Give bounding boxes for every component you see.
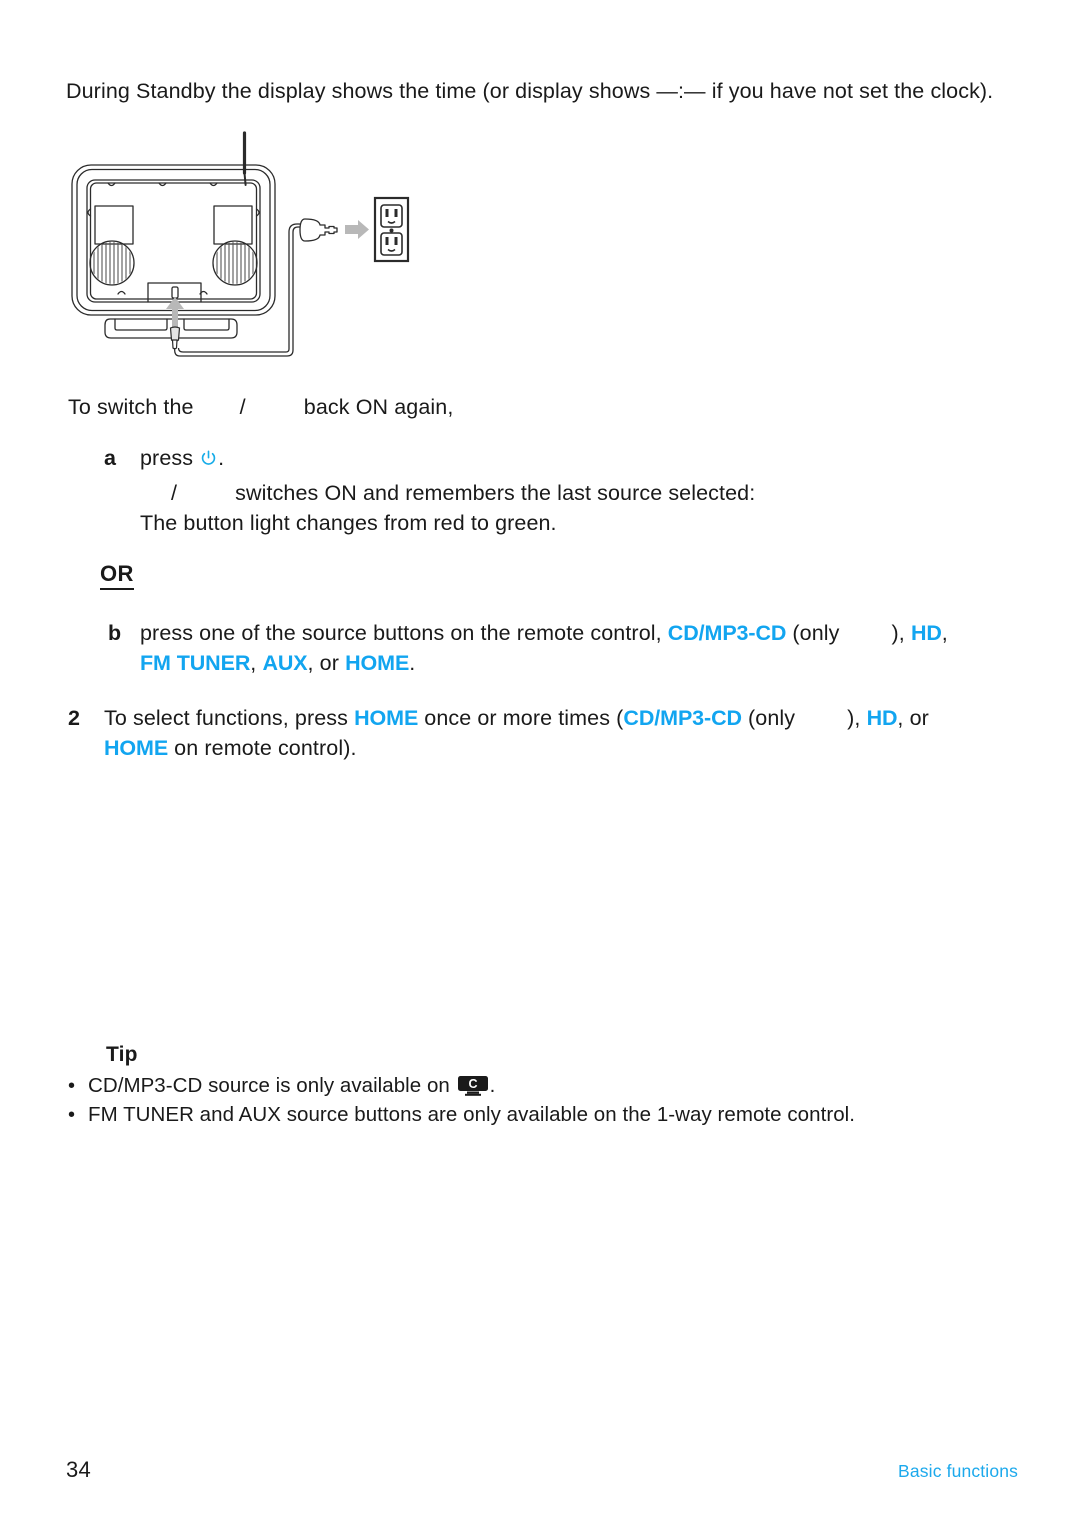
step-2-part4: ), [847, 706, 867, 730]
source-hd-label: HD [910, 621, 942, 645]
to-switch-line: To switch the / back ON again, [68, 392, 868, 422]
to-switch-prefix: To switch the [68, 395, 200, 419]
step-b-part2: (only [786, 621, 840, 645]
step-2-text: To select functions, press HOME once or … [104, 703, 1004, 763]
footer-page-number: 34 [66, 1457, 92, 1482]
step-2-marker: 2 [68, 706, 81, 730]
tip-bullet-marker-1: • [68, 1075, 76, 1097]
hd-label-2: HD [866, 706, 898, 730]
right-speaker-grille [212, 240, 258, 286]
home-button-label-1: HOME [354, 706, 419, 730]
step-b-part4: , [941, 621, 948, 645]
dc-jack-socket [171, 286, 179, 299]
detail-slash: / [171, 481, 178, 505]
or-separator-label: OR [100, 561, 134, 590]
intro-paragraph: During Standby the display shows the tim… [66, 79, 994, 103]
power-icon [200, 445, 217, 465]
antenna-icon [242, 131, 247, 186]
right-grille-hatch [216, 242, 254, 284]
tip-1-after-badge: . [489, 1074, 496, 1097]
step-2-part2: once or more times ( [418, 706, 624, 730]
step-a-after-icon: . [218, 446, 225, 470]
step-2-part1: To select functions, press [104, 706, 355, 730]
step-b-part6: , or [307, 651, 346, 675]
svg-text:C: C [468, 1077, 477, 1091]
tip-item-1: CD/MP3-CD source is only available on C. [88, 1072, 968, 1100]
step-b-part1: press one of the source buttons on the r… [140, 621, 668, 645]
source-home-label: HOME [345, 651, 410, 675]
left-speaker-grille [89, 240, 135, 286]
source-aux-label: AUX [262, 651, 308, 675]
step-a-detail-line-1: / switches ON and remembers the last sou… [145, 478, 985, 508]
home-button-label-2: HOME [104, 736, 169, 760]
tip-item-2: FM TUNER and AUX source buttons are only… [88, 1103, 855, 1126]
step-a-detail-line-2: The button light changes from red to gre… [140, 511, 557, 535]
step-2-part5: , or [897, 706, 935, 730]
panel-right [213, 205, 253, 245]
step-2-part3: (only [741, 706, 796, 730]
panel-left [94, 205, 134, 245]
left-grille-hatch [93, 242, 131, 284]
tip-bullet-marker-2: • [68, 1104, 76, 1126]
wall-outlet-icon [373, 196, 410, 263]
to-switch-suffix: back ON again, [297, 395, 454, 419]
source-fm-tuner-label: FM TUNER [140, 651, 251, 675]
plug-direction-arrow [345, 220, 369, 239]
source-cd-mp3-cd-label: CD/MP3-CD [667, 621, 787, 645]
detail-rest: switches ON and remembers the last sourc… [229, 481, 756, 505]
step-a-before-icon: press [140, 446, 200, 470]
step-a-marker: a [104, 446, 117, 470]
step-b-text: press one of the source buttons on the r… [140, 618, 1020, 678]
step-b-part7: . [409, 651, 416, 675]
tip-1-before-badge: CD/MP3-CD source is only available on [88, 1074, 456, 1097]
step-b-marker: b [108, 621, 122, 645]
document-page: During Standby the display shows the tim… [0, 0, 1080, 1527]
unit-body [71, 164, 276, 316]
tip-heading: Tip [106, 1043, 138, 1066]
device-c-badge-icon: C [457, 1076, 488, 1096]
power-plug-icon [299, 218, 338, 242]
product-connection-illustration [62, 128, 412, 383]
step-2-part6: on remote control). [168, 736, 357, 760]
step-b-part5: , [250, 651, 263, 675]
to-switch-slash: / [239, 395, 246, 419]
footer-section-label: Basic functions [898, 1461, 1018, 1481]
cd-mp3-cd-label-2: CD/MP3-CD [623, 706, 742, 730]
step-b-part3: ), [891, 621, 911, 645]
step-a-text: press . [140, 443, 840, 473]
